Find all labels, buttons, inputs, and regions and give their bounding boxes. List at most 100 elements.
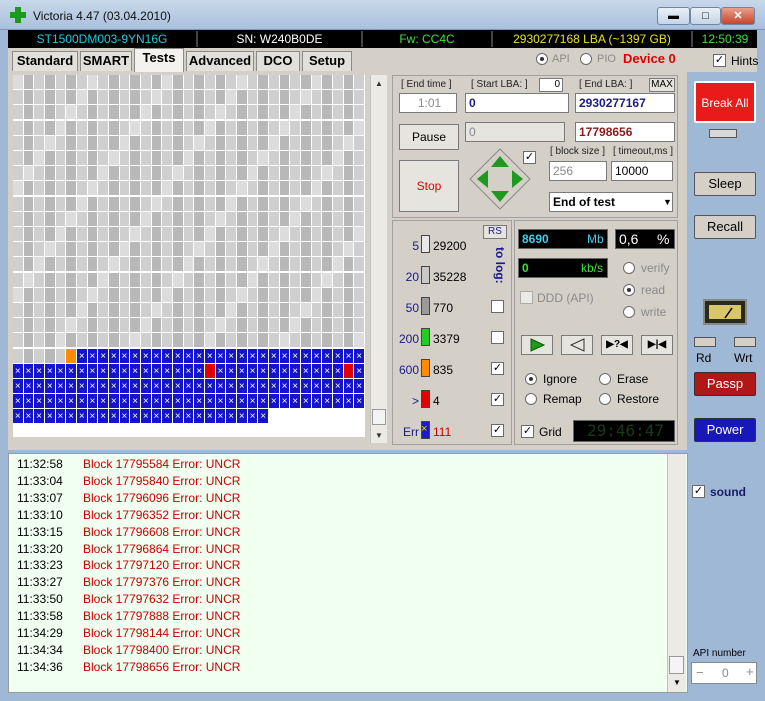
scan-cell	[194, 105, 205, 121]
scan-cell	[66, 196, 77, 212]
scan-cell	[87, 166, 99, 182]
read-led-label: Rd	[696, 351, 712, 365]
sound-label: sound	[710, 485, 746, 499]
sound-checkbox[interactable]: ✓	[692, 485, 705, 498]
pause-button[interactable]: Pause	[399, 124, 459, 150]
scan-cell: ×	[109, 379, 120, 394]
grid-scroll-thumb[interactable]	[372, 409, 386, 425]
passp-button[interactable]: Passp	[694, 372, 756, 396]
scan-cell	[311, 75, 323, 90]
maximize-button[interactable]: □	[690, 7, 721, 25]
verify-radio[interactable]	[623, 262, 635, 274]
log-scrollbar[interactable]: ▼	[667, 454, 686, 692]
scan-cell	[354, 211, 365, 227]
api-radio[interactable]	[536, 53, 548, 65]
tab-smart[interactable]: SMART	[80, 51, 132, 71]
grid-checkbox[interactable]: ✓	[521, 425, 534, 438]
tab-tests[interactable]: Tests	[134, 48, 184, 72]
scan-cell	[77, 181, 88, 197]
scan-cell	[354, 303, 365, 318]
close-button[interactable]: ✕	[721, 7, 755, 25]
scan-cell	[45, 181, 56, 197]
break-all-button[interactable]: Break All	[694, 81, 756, 123]
scan-cell	[354, 318, 365, 334]
tab-dco[interactable]: DCO	[256, 51, 300, 71]
power-button[interactable]: Power	[694, 418, 756, 442]
to-log-checkbox[interactable]	[491, 300, 504, 313]
log-timestamp: 11:33:15	[17, 524, 63, 539]
erase-radio[interactable]	[599, 373, 611, 385]
scan-cell	[13, 424, 24, 437]
scan-cell	[194, 120, 205, 136]
log-entry: 11:33:58 Block 17797888 Error: UNCR	[17, 608, 240, 625]
scan-cell	[55, 135, 67, 151]
scan-cell	[45, 257, 56, 273]
end-lba-input[interactable]: 2930277167	[575, 93, 675, 113]
seek-button[interactable]: ▶?◀	[601, 335, 633, 355]
remap-radio[interactable]	[525, 393, 537, 405]
to-log-checkbox[interactable]: ✓	[491, 362, 504, 375]
scan-cell	[333, 333, 344, 349]
scan-cell: ×	[333, 348, 344, 364]
timeout-select[interactable]: 10000	[611, 161, 673, 181]
scan-cell	[162, 424, 173, 437]
to-log-checkbox[interactable]: ✓	[491, 424, 504, 437]
skip-end-button[interactable]: ▶|◀	[641, 335, 673, 355]
sleep-button[interactable]: Sleep	[694, 172, 756, 196]
tab-setup[interactable]: Setup	[302, 51, 352, 71]
minimize-button[interactable]: ▬	[657, 7, 690, 25]
play-button[interactable]	[521, 335, 553, 355]
log-timestamp: 11:34:34	[17, 642, 63, 657]
scan-cell	[141, 257, 152, 273]
to-log-checkbox[interactable]: ✓	[491, 393, 504, 406]
pio-radio[interactable]	[580, 53, 592, 65]
scan-cell: ×	[333, 394, 344, 410]
scan-cell	[173, 120, 184, 136]
scan-cell	[279, 227, 291, 242]
read-radio[interactable]	[623, 284, 635, 296]
scan-cell	[322, 303, 333, 318]
max-lba-button[interactable]: MAX	[649, 78, 675, 92]
log-timestamp: 11:33:58	[17, 609, 63, 624]
scan-cell	[34, 227, 45, 242]
reset-stats-button[interactable]: RS	[483, 225, 507, 239]
scan-cell	[141, 135, 152, 151]
tab-standard[interactable]: Standard	[12, 51, 78, 71]
restore-radio[interactable]	[599, 393, 611, 405]
scan-cell	[247, 257, 259, 273]
tab-advanced[interactable]: Advanced	[186, 51, 254, 71]
reverse-button[interactable]	[561, 335, 593, 355]
scan-cell	[183, 166, 195, 182]
scan-cell	[23, 135, 35, 151]
scan-cell	[247, 424, 259, 437]
scan-cell	[13, 211, 24, 227]
scan-cell	[87, 196, 99, 212]
scan-cell	[66, 135, 77, 151]
end-action-select[interactable]: End of test	[549, 192, 673, 212]
start-lba-input[interactable]: 0	[465, 93, 569, 113]
to-log-checkbox[interactable]	[491, 331, 504, 344]
scan-cell	[173, 424, 184, 437]
log-scroll-thumb[interactable]	[669, 656, 684, 674]
scan-cell	[151, 303, 163, 318]
scan-cell	[333, 135, 344, 151]
api-number-spinner[interactable]: − 0 +	[691, 662, 757, 684]
write-radio[interactable]	[623, 306, 635, 318]
stop-button[interactable]: Stop	[399, 160, 459, 212]
scan-cell: ×	[205, 409, 216, 425]
start-lba-offset[interactable]: 0	[539, 78, 563, 92]
scan-cell	[109, 424, 120, 437]
ignore-radio[interactable]	[525, 373, 537, 385]
ddd-checkbox[interactable]	[520, 291, 533, 304]
hints-checkbox[interactable]: ✓	[713, 54, 726, 67]
scan-cell	[141, 272, 152, 288]
direction-checkbox[interactable]: ✓	[523, 151, 536, 164]
recall-button[interactable]: Recall	[694, 215, 756, 239]
end-time-input[interactable]: 1:01	[399, 93, 457, 113]
grid-scrollbar[interactable]: ▲ ▼	[370, 75, 387, 443]
log-entry: 11:34:36 Block 17798656 Error: UNCR	[17, 659, 240, 676]
start-lba-label: [ Start LBA: ]	[471, 79, 528, 90]
block-size-select[interactable]: 256	[549, 161, 607, 181]
latency-threshold-label: 20	[405, 270, 419, 284]
scan-cell: ×	[151, 379, 163, 394]
